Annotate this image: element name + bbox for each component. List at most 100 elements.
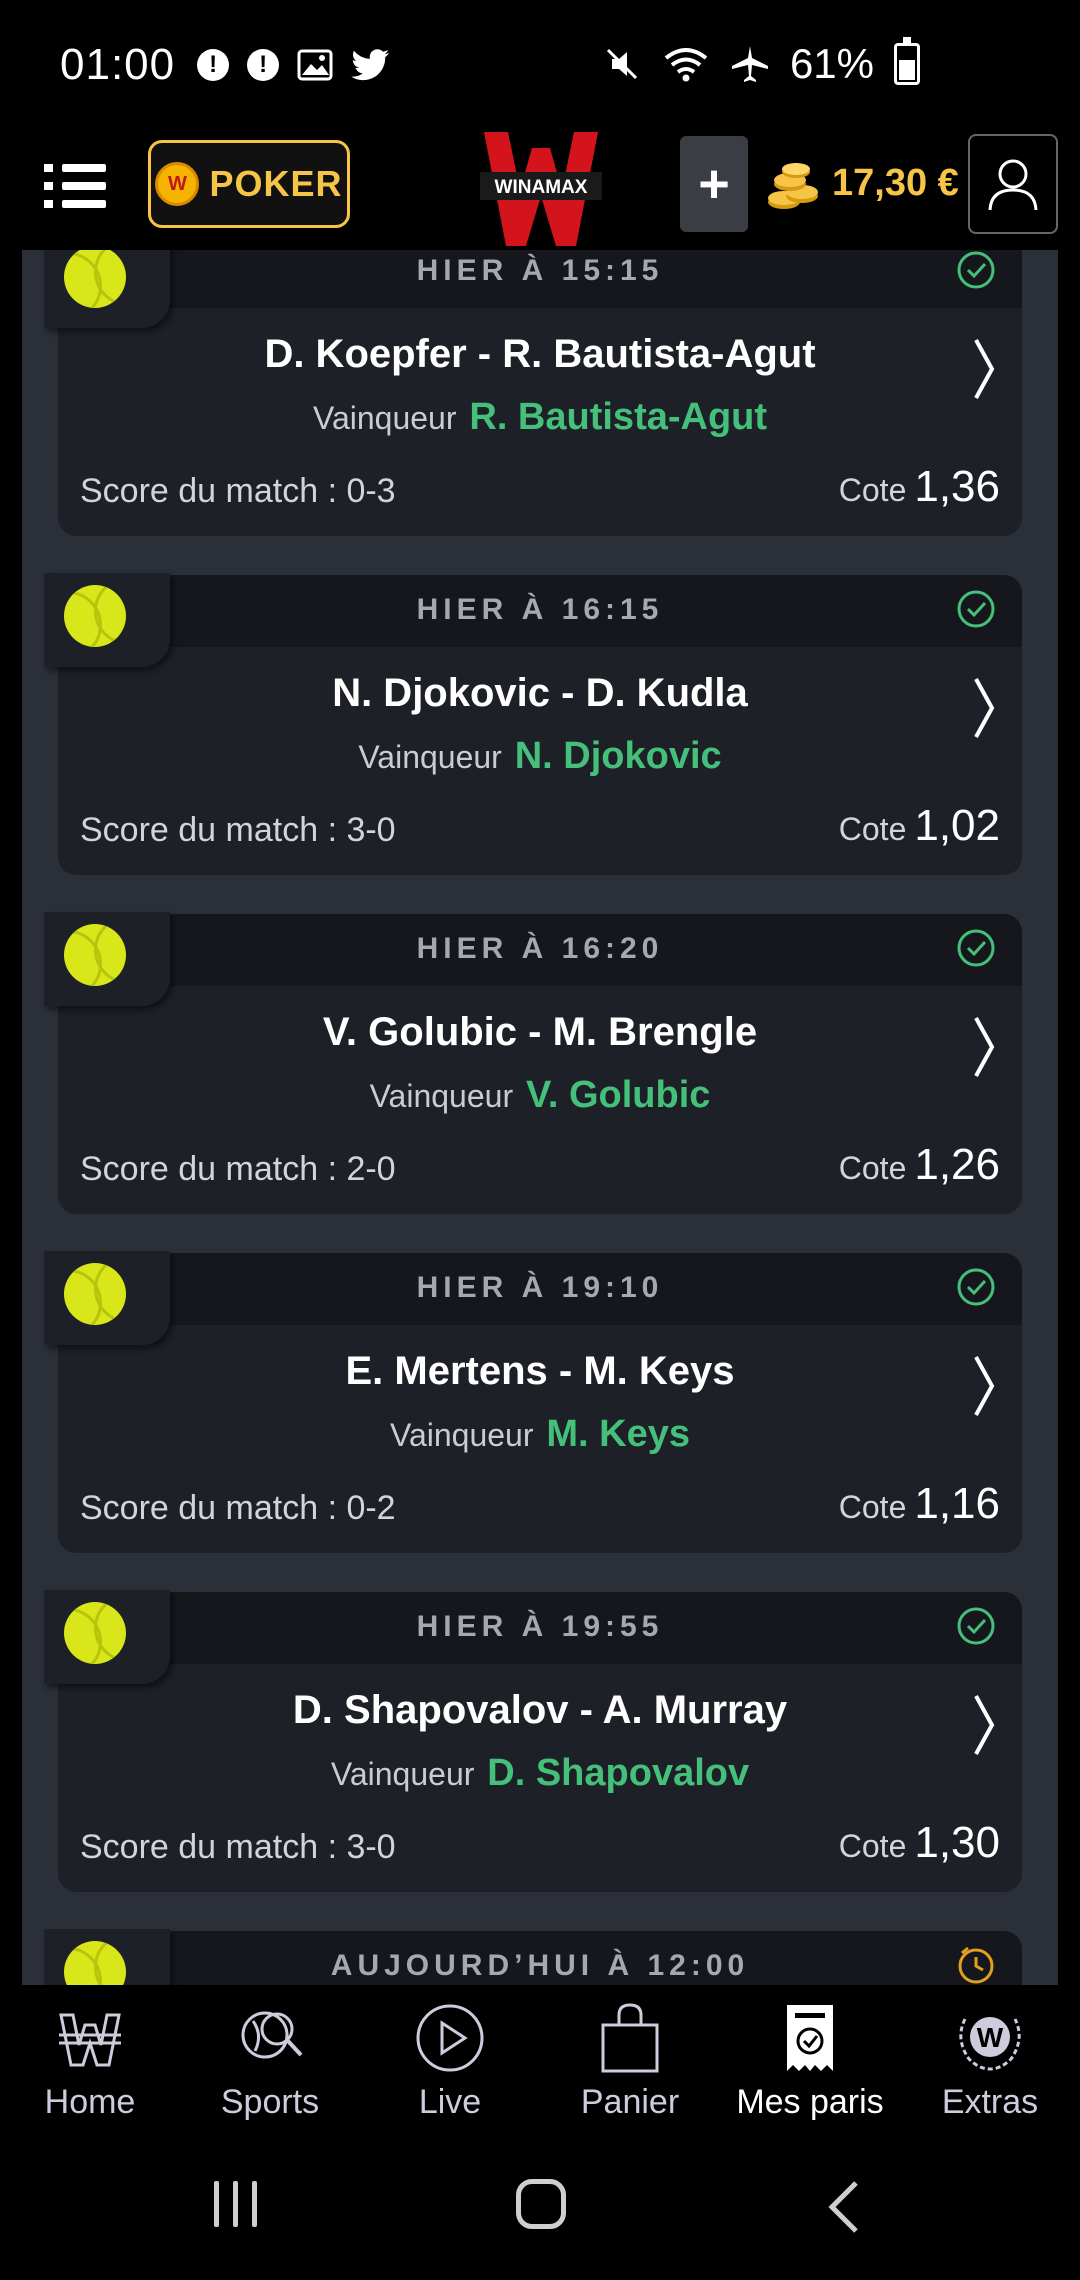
menu-button[interactable]: [44, 164, 106, 216]
sport-badge: [44, 1929, 170, 1985]
odds-label: Cote: [838, 1150, 907, 1186]
bet-card[interactable]: HIER À 19:10 E. Mertens - M. Keys Vainqu…: [44, 1251, 1022, 1553]
nav-basket[interactable]: Panier: [540, 1985, 720, 2135]
match-title: V. Golubic - M. Brengle: [322, 1010, 758, 1054]
user-icon: [988, 159, 1038, 211]
tennis-ball-icon: [64, 250, 126, 308]
twitter-icon: [351, 49, 390, 81]
system-status-icons: 61%: [602, 37, 920, 88]
match-score: Score du match : 3-0: [80, 1828, 396, 1866]
bets-list[interactable]: HIER À 15:15 D. Koepfer - R. Bautista-Ag…: [22, 250, 1058, 1985]
check-circle-icon: [957, 251, 995, 289]
nav-sports[interactable]: Sports: [180, 1985, 360, 2135]
status-time: 01:00: [60, 40, 176, 89]
sports-search-icon: [241, 2011, 303, 2059]
app-header: W POKER WINAMAX + 17,30 €: [0, 130, 1080, 250]
nav-label: Home: [44, 2083, 136, 2121]
svg-text:W: W: [977, 2022, 1004, 2053]
bet-card[interactable]: HIER À 16:20 V. Golubic - M. Brengle Vai…: [44, 912, 1022, 1214]
odds-value: 1,30: [914, 1818, 1000, 1867]
selection-winner: V. Golubic: [525, 1074, 711, 1116]
poker-button[interactable]: W POKER: [148, 140, 350, 228]
my-bets-ticket-icon: [787, 2005, 833, 2071]
bet-selection: Vainqueur R. Bautista-Agut: [58, 396, 1022, 439]
selection-label: Vainqueur: [312, 400, 457, 436]
notification-icons: ! !: [197, 48, 391, 82]
bet-date: AUJOURD’HUI À 12:00: [330, 1949, 750, 1982]
selection-winner: N. Djokovic: [514, 735, 722, 777]
check-circle-icon: [957, 590, 995, 628]
sport-badge: [44, 573, 170, 667]
back-button[interactable]: [820, 2179, 870, 2235]
bet-card[interactable]: HIER À 15:15 D. Koepfer - R. Bautista-Ag…: [44, 250, 1022, 536]
bet-date: HIER À 15:15: [416, 254, 664, 287]
account-balance[interactable]: 17,30 €: [832, 162, 959, 205]
check-circle-icon: [957, 1607, 995, 1645]
alert-icon: !: [197, 49, 230, 81]
home-button[interactable]: [516, 2179, 566, 2229]
pending-clock-icon: [958, 1946, 994, 1984]
bottom-nav: Home Sports Live Panier Mes paris W Extr…: [0, 1985, 1080, 2135]
bet-odds: Cote 1,16: [839, 1479, 1000, 1529]
match-title: N. Djokovic - D. Kudla: [332, 671, 748, 715]
bet-card[interactable]: AUJOURD’HUI À 12:00: [44, 1929, 1022, 1985]
recent-apps-icon: [214, 2181, 219, 2227]
sport-badge: [44, 250, 170, 328]
match-score: Score du match : 2-0: [80, 1150, 396, 1188]
winamax-logo[interactable]: WINAMAX: [476, 130, 606, 248]
poker-coin-icon: W: [155, 162, 200, 206]
mute-icon: [606, 48, 637, 80]
bet-selection: Vainqueur D. Shapovalov: [58, 1752, 1022, 1795]
sport-badge: [44, 1251, 170, 1345]
recent-apps-button[interactable]: [214, 2181, 264, 2231]
alert-icon: !: [247, 49, 280, 81]
nav-label: Mes paris: [736, 2083, 884, 2121]
bet-date: HIER À 16:15: [416, 593, 664, 626]
bet-selection: Vainqueur V. Golubic: [58, 1074, 1022, 1117]
hamburger-icon: [44, 164, 106, 172]
status-bar: 01:00 ! ! 61%: [0, 0, 1080, 130]
selection-winner: R. Bautista-Agut: [469, 396, 768, 438]
live-play-icon: [416, 2004, 484, 2072]
odds-value: 1,36: [914, 462, 1000, 511]
bet-card[interactable]: HIER À 19:55 D. Shapovalov - A. Murray V…: [44, 1590, 1022, 1892]
selection-label: Vainqueur: [330, 1756, 475, 1792]
coins-icon: [768, 163, 818, 209]
selection-winner: D. Shapovalov: [487, 1752, 750, 1794]
extras-laurel-icon: W: [959, 2017, 1021, 2071]
tennis-ball-icon: [64, 1602, 126, 1664]
selection-label: Vainqueur: [389, 1417, 534, 1453]
match-title: D. Shapovalov - A. Murray: [292, 1688, 788, 1732]
selection-label: Vainqueur: [369, 1078, 514, 1114]
nav-extras[interactable]: W Extras: [900, 1985, 1080, 2135]
logo-text: WINAMAX: [495, 177, 588, 198]
match-score: Score du match : 0-3: [80, 472, 396, 510]
selection-label: Vainqueur: [358, 739, 502, 775]
odds-label: Cote: [838, 1828, 907, 1864]
nav-my-bets[interactable]: Mes paris: [720, 1985, 900, 2135]
check-circle-icon: [957, 929, 995, 967]
odds-value: 1,26: [914, 1140, 1000, 1189]
selection-winner: M. Keys: [546, 1413, 691, 1455]
bet-odds: Cote 1,02: [839, 801, 1000, 851]
match-score: Score du match : 0-2: [80, 1489, 396, 1527]
bet-card[interactable]: HIER À 16:15 N. Djokovic - D. Kudla Vain…: [44, 573, 1022, 875]
account-button[interactable]: [968, 134, 1058, 234]
battery-icon: [894, 37, 920, 85]
battery-percent: 61%: [789, 40, 874, 87]
bet-date: HIER À 19:10: [416, 1271, 664, 1304]
wifi-icon: [664, 48, 708, 82]
basket-bag-icon: [601, 2003, 659, 2073]
nav-home[interactable]: Home: [0, 1985, 180, 2135]
deposit-plus-button[interactable]: +: [680, 136, 748, 232]
bet-selection: Vainqueur N. Djokovic: [58, 735, 1022, 778]
system-nav-bar: [0, 2135, 1080, 2280]
tennis-ball-icon: [64, 924, 126, 986]
odds-value: 1,02: [914, 801, 1000, 850]
nav-label: Sports: [220, 2083, 320, 2121]
nav-live[interactable]: Live: [360, 1985, 540, 2135]
nav-label: Panier: [580, 2083, 680, 2121]
bet-date: HIER À 16:20: [416, 932, 664, 965]
match-score: Score du match : 3-0: [80, 811, 396, 849]
sport-badge: [44, 1590, 170, 1684]
